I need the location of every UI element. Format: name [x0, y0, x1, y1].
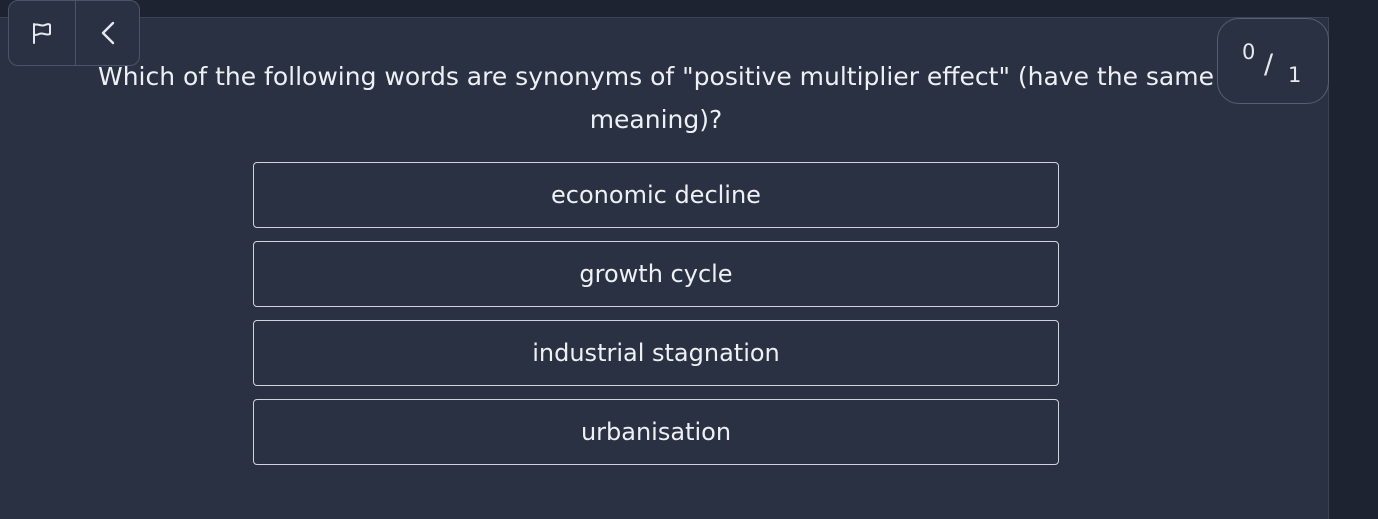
answer-options: economic decline growth cycle industrial… — [253, 162, 1059, 478]
answer-option-label: economic decline — [551, 181, 761, 209]
flag-icon — [31, 22, 53, 44]
counter-current: 0 — [1242, 40, 1256, 64]
chevron-left-icon — [100, 21, 116, 45]
counter-total: 1 — [1288, 63, 1302, 87]
question-counter: 0 / 1 — [1217, 18, 1329, 104]
answer-option-label: urbanisation — [580, 418, 732, 446]
answer-option[interactable]: economic decline — [253, 162, 1059, 228]
answer-option-label: industrial stagnation — [532, 339, 780, 367]
counter-separator: / — [1264, 49, 1274, 80]
answer-option[interactable]: urbanisation — [253, 399, 1059, 465]
answer-option[interactable]: growth cycle — [253, 241, 1059, 307]
answer-option-label: growth cycle — [579, 260, 733, 288]
flag-button[interactable] — [9, 1, 76, 65]
answer-option[interactable]: industrial stagnation — [253, 320, 1059, 386]
question-text: Which of the following words are synonym… — [97, 62, 1214, 134]
